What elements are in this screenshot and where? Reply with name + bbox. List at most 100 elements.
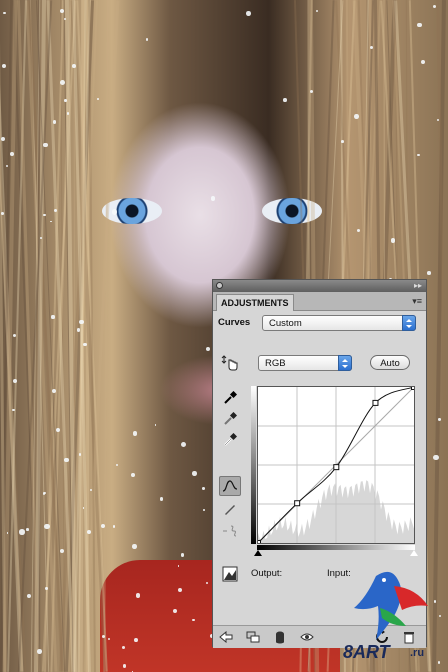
curve-svg[interactable] [255,384,417,546]
snowflake [42,213,46,217]
snowflake [203,508,205,511]
white-point-slider[interactable] [410,550,418,556]
snowflake [55,428,61,433]
snowflake [64,98,68,102]
snowflake [72,63,77,68]
snowflake [136,593,141,598]
snowflake [416,153,420,157]
chevron-updown-icon [402,315,416,331]
snowflake [64,458,69,463]
snowflake [2,64,7,69]
snowflake [53,208,57,212]
curve-control-point[interactable] [294,500,301,507]
snowflake [6,164,8,167]
expand-view-icon[interactable] [246,630,260,644]
snowflake [177,587,183,592]
visibility-eye-icon[interactable] [300,630,314,644]
snowflake [427,271,431,275]
snowflake [192,470,197,476]
watermark-brand: 8ART [343,642,390,662]
panel-titlebar[interactable]: ▸▸ [213,280,426,292]
snowflake [283,98,288,102]
curve-control-point[interactable] [411,384,417,390]
eyedropper-white-icon[interactable] [220,431,240,449]
close-icon[interactable] [216,282,223,289]
snowflake [340,140,344,144]
collapse-icon[interactable]: ▸▸ [414,281,422,290]
snowflake [390,238,395,243]
channel-dropdown[interactable]: RGB [258,355,352,371]
curve-edit-icon[interactable] [219,476,241,496]
snowflake [83,342,87,346]
snowflake [438,615,441,618]
pencil-icon[interactable] [220,500,240,518]
snowflake [145,38,149,41]
on-image-adjust-icon[interactable] [220,354,240,372]
snowflake [121,645,126,649]
snowflake [354,114,359,119]
snowflake [133,637,138,642]
black-point-slider[interactable] [254,550,262,556]
snowflake [59,548,65,553]
snowflake [51,315,55,319]
snowflake [210,196,216,201]
snowflake [43,142,48,148]
snowflake [51,389,56,394]
snowflake [206,581,209,584]
snowflake [52,120,56,124]
snowflake [101,634,105,638]
curve-graph[interactable] [255,384,417,546]
curve-control-point[interactable] [372,399,379,406]
snowflake [115,464,118,466]
snowflake [78,452,82,456]
panel-menu-icon[interactable]: ▾≡ [412,296,422,307]
tab-bar: ADJUSTMENTS ▾≡ [213,292,426,311]
parrot-logo [354,571,428,640]
snowflake [122,664,126,668]
snowflake [45,587,48,590]
snowflake [246,11,251,16]
snowflake [26,593,32,599]
smooth-curve-icon[interactable] [220,522,240,540]
tab-adjustments[interactable]: ADJUSTMENTS [216,294,294,311]
back-arrow-icon[interactable] [219,630,233,644]
snowflake [3,12,6,15]
snowflake [111,209,118,215]
snowflake [432,5,436,9]
snowflake [433,454,439,461]
output-label: Output: [251,568,283,579]
watermark-suffix: .ru [410,647,425,659]
snowflake [315,9,318,12]
snowflake [77,328,81,332]
snowflake [206,347,211,352]
clipping-warning-icon[interactable] [220,565,240,583]
hair-strand [103,0,109,672]
snowflake [201,487,205,490]
snowflake [19,529,25,535]
preset-value: Custom [269,318,302,329]
snowflake [0,212,4,215]
eyedropper-black-icon[interactable] [220,389,240,407]
snowflake [1,136,6,141]
snowflake [438,418,441,421]
auto-button[interactable]: Auto [370,355,410,370]
preset-dropdown[interactable]: Custom [262,315,416,331]
snowflake [420,60,425,65]
channel-value: RGB [265,358,286,369]
snowflake [180,553,184,557]
snowflake [133,431,138,436]
snowflake [66,112,70,116]
snowflake [112,525,116,528]
curve-control-point[interactable] [333,464,340,471]
snowflake [417,22,423,28]
clip-layer-icon[interactable] [273,630,287,644]
snowflake [44,523,50,529]
snowflake [50,220,53,223]
curve-control-point[interactable] [255,540,261,546]
snowflake [25,528,29,531]
snowflake [40,236,42,239]
snowflake [180,441,186,447]
snowflake [97,97,99,100]
snowflake [130,473,135,478]
eyedropper-gray-icon[interactable] [220,410,240,428]
